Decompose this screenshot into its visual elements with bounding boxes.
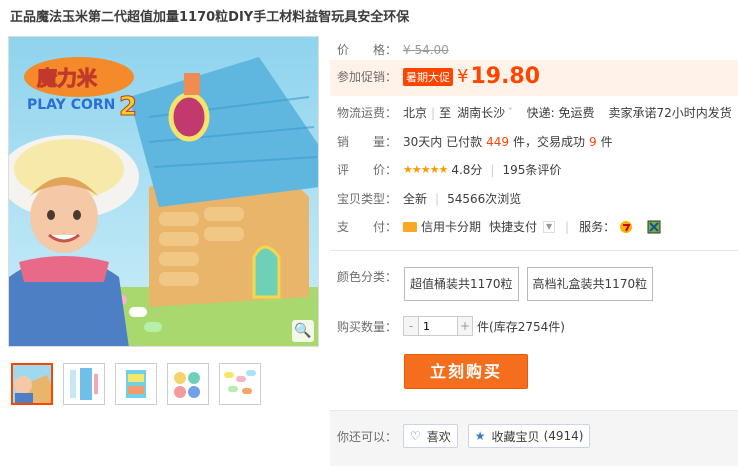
favorite-button[interactable]: ★ 收藏宝贝 (4914): [467, 424, 591, 448]
ship-from: 北京: [403, 106, 428, 120]
quantity-label: 购买数量：: [337, 319, 398, 334]
promo-label: 参加促销：: [337, 70, 398, 84]
type-row: 宝贝类型： 全新 | 54566次浏览: [337, 190, 521, 207]
thumbnail-3[interactable]: [115, 363, 157, 405]
price-row: 价 格： ¥ 54.00: [337, 41, 449, 58]
sales-prefix: 30天内 已付款: [403, 135, 483, 149]
thumbnail-2[interactable]: [63, 363, 105, 405]
thumbnail-5[interactable]: [219, 363, 261, 405]
thumbnail-4[interactable]: [167, 363, 209, 405]
thumbnail-1[interactable]: [11, 363, 53, 405]
logo-graphic: 魔力米 PLAY CORN 2: [24, 57, 138, 123]
type-label: 宝贝类型：: [337, 192, 398, 206]
sales-mid: 件，交易成功: [513, 135, 586, 149]
sku-option-giftbox[interactable]: 高档礼盒装共1170粒: [526, 267, 654, 301]
seven-day-return-icon[interactable]: [619, 220, 633, 234]
sales-success-count: 9: [589, 134, 597, 149]
sales-suffix: 件: [600, 135, 613, 149]
product-title: 正品魔法玉米第二代超值加量1170粒DIY手工材料益智玩具安全环保: [10, 10, 410, 25]
promo-row: 参加促销： 暑期大促 ¥ 19.80: [337, 64, 540, 89]
heart-icon: ♡: [410, 429, 421, 443]
like-button[interactable]: ♡ 喜欢: [403, 424, 458, 448]
svg-text:魔力米: 魔力米: [37, 66, 98, 90]
promo-tag: 暑期大促: [403, 67, 453, 86]
rating-score: 4.8分: [451, 163, 483, 177]
product-main-image[interactable]: 魔力米 PLAY CORN 2 🔍: [8, 36, 319, 347]
share-row: 你还可以： ♡ 喜欢 ★ 收藏宝贝 (4914): [337, 424, 600, 448]
payment-label: 支 付：: [337, 220, 398, 234]
sales-row: 销 量： 30天内 已付款 449 件，交易成功 9 件: [337, 133, 613, 150]
sales-label: 销 量：: [337, 135, 398, 149]
ship-destination[interactable]: 湖南长沙: [457, 104, 505, 121]
sales-paid-count: 449: [486, 134, 509, 149]
chevron-down-icon[interactable]: ˇ: [508, 108, 513, 118]
quantity-input[interactable]: [418, 317, 458, 335]
quantity-unit: 件: [477, 319, 490, 334]
promo-currency: ¥: [457, 66, 469, 87]
view-count: 54566次浏览: [447, 192, 522, 206]
star-rating-icon: ★★★★★: [403, 163, 448, 176]
favorite-label: 收藏宝贝: [491, 429, 540, 444]
sku-option-barrel[interactable]: 超值桶装共1170粒: [404, 267, 519, 301]
service-label: 服务：: [579, 220, 616, 234]
guarantee-icon[interactable]: [647, 220, 661, 234]
svg-text:PLAY CORN: PLAY CORN: [27, 97, 115, 113]
payment-row: 支 付： 信用卡分期 快捷支付 ▼ | 服务：: [337, 218, 661, 235]
review-count[interactable]: 195条评价: [502, 161, 561, 178]
section-divider: [330, 250, 738, 251]
type-value: 全新: [403, 192, 428, 206]
product-photo: 魔力米 PLAY CORN 2: [9, 37, 318, 346]
buy-now-button[interactable]: 立刻购买: [404, 354, 528, 389]
thumbnail-active-indicator: [30, 363, 42, 365]
rating-row: 评 价： ★★★★★ 4.8分 | 195条评价: [337, 161, 561, 178]
sku-label: 颜色分类：: [337, 270, 398, 284]
quantity-stepper: - +: [403, 316, 473, 336]
star-icon: ★: [474, 429, 486, 443]
price-label: 价 格：: [337, 43, 398, 57]
promo-price: 19.80: [470, 64, 541, 89]
shipping-promise: 卖家承诺72小时内发货: [608, 106, 732, 120]
rating-label: 评 价：: [337, 163, 398, 177]
payment-sep: |: [565, 219, 570, 234]
sku-options: 超值桶装共1170粒 高档礼盒装共1170粒: [404, 267, 661, 301]
credit-card-icon: [403, 221, 417, 232]
share-label: 你还可以：: [337, 429, 398, 444]
svg-text:2: 2: [119, 92, 137, 122]
quantity-row: 购买数量： - + 件 (库存2754件): [337, 316, 565, 336]
quantity-minus-button[interactable]: -: [404, 317, 418, 335]
favorite-count: (4914): [543, 429, 584, 443]
shipping-label: 物流运费：: [337, 106, 398, 120]
quick-pay[interactable]: 快捷支付: [489, 218, 537, 235]
ship-sep: |: [431, 105, 436, 120]
sku-row: 颜色分类：: [337, 268, 403, 285]
original-price: ¥ 54.00: [403, 42, 449, 57]
ship-to-word: 至: [439, 106, 452, 120]
rating-sep: |: [490, 162, 495, 177]
shipping-fee: 快递: 免运费: [526, 106, 595, 120]
quantity-plus-button[interactable]: +: [458, 317, 472, 335]
credit-installment[interactable]: 信用卡分期: [421, 218, 481, 235]
type-sep: |: [435, 191, 440, 206]
stock-count: (库存2754件): [489, 319, 565, 334]
shipping-row: 物流运费： 北京 | 至 湖南长沙 ˇ 快递: 免运费 卖家承诺72小时内发货: [337, 104, 732, 121]
chevron-down-icon[interactable]: ▼: [543, 220, 556, 233]
like-label: 喜欢: [426, 429, 451, 444]
zoom-icon[interactable]: 🔍: [292, 320, 314, 342]
